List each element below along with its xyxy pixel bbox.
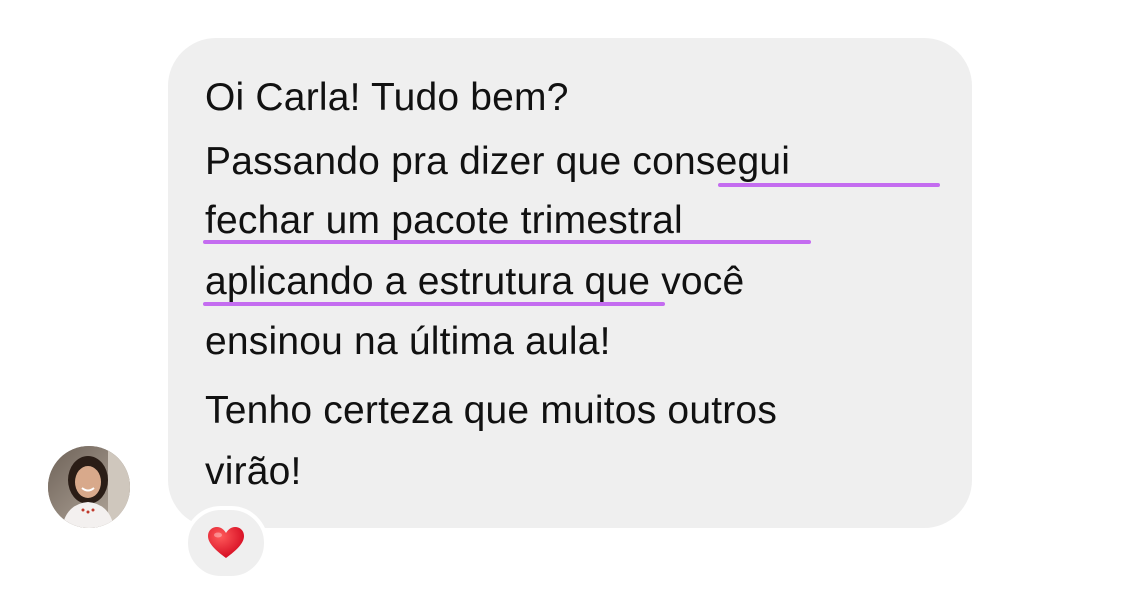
- avatar-photo: [48, 446, 130, 528]
- message-line-5: ensinou na última aula!: [205, 320, 611, 363]
- reaction-badge[interactable]: [184, 506, 268, 580]
- message-text: Passando pra dizer que: [205, 140, 622, 183]
- highlighted-text: consegui: [632, 140, 791, 183]
- message-line-2: Passando pra dizer que consegui: [205, 140, 790, 184]
- heart-icon: [208, 527, 244, 558]
- message-line-4: aplicando a estrutura que você: [205, 260, 744, 304]
- highlight-underline: [203, 240, 811, 244]
- message-text: que você: [584, 260, 745, 303]
- highlighted-text: aplicando a estrutura: [205, 260, 574, 303]
- message-line-3: fechar um pacote trimestral: [205, 199, 683, 242]
- highlight-underline: [718, 183, 940, 187]
- message-line-1: Oi Carla! Tudo bem?: [205, 76, 569, 119]
- message-line-6: Tenho certeza que muitos outros: [205, 389, 778, 432]
- message-line-7: virão!: [205, 450, 302, 493]
- highlight-underline: [203, 302, 665, 306]
- avatar[interactable]: [48, 446, 130, 528]
